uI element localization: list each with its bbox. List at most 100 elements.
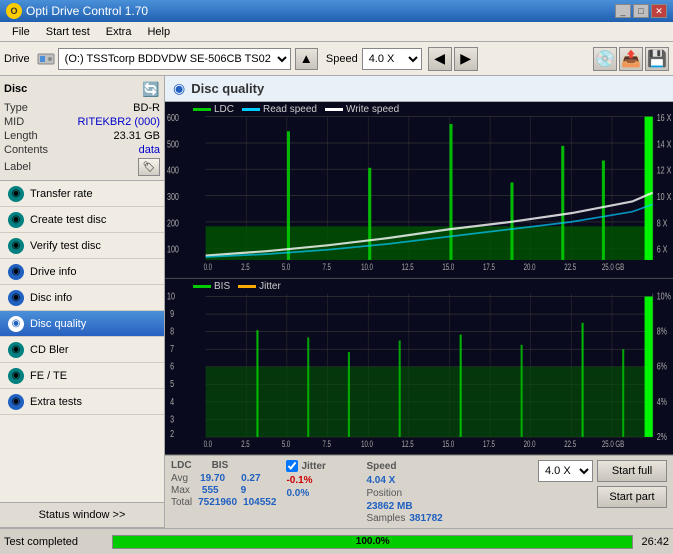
svg-text:6: 6 — [170, 360, 174, 372]
ldc-color — [193, 108, 211, 111]
minimize-button[interactable]: _ — [615, 4, 631, 18]
disc-quality-icon: ◉ — [8, 316, 24, 332]
status-window-button[interactable]: Status window >> — [0, 502, 164, 528]
svg-text:0.0: 0.0 — [204, 262, 212, 272]
svg-text:4%: 4% — [657, 395, 667, 407]
svg-text:8%: 8% — [657, 325, 667, 337]
drive-label: Drive — [4, 53, 30, 65]
svg-text:20.0: 20.0 — [524, 262, 536, 272]
legend-jitter: Jitter — [238, 281, 281, 292]
save-icon[interactable]: 💾 — [645, 47, 669, 71]
speed-col: Speed 4.04 X Position 23862 MB Samples 3… — [366, 460, 446, 524]
ldc-label: LDC — [214, 104, 234, 115]
bottom-chart: BIS Jitter — [165, 279, 673, 456]
sidebar-item-verify-test-disc[interactable]: ◉ Verify test disc — [0, 233, 164, 259]
length-key: Length — [4, 130, 38, 142]
extra-tests-label: Extra tests — [30, 396, 82, 408]
read-speed-label: Read speed — [263, 104, 317, 115]
sidebar-item-disc-info[interactable]: ◉ Disc info — [0, 285, 164, 311]
top-chart-svg: 600 500 400 300 200 100 16 X 14 X 12 X 1… — [165, 102, 673, 278]
svg-text:15.0: 15.0 — [442, 262, 454, 272]
label-key: Label — [4, 161, 31, 173]
avg-jitter: -0.1% — [286, 475, 312, 486]
position-header: Position — [366, 488, 402, 499]
test-speed-select[interactable]: 4.0 X — [538, 460, 593, 482]
drive-icon — [36, 49, 56, 69]
svg-text:3: 3 — [170, 413, 174, 425]
sidebar-item-drive-info[interactable]: ◉ Drive info — [0, 259, 164, 285]
legend-write-speed: Write speed — [325, 104, 399, 115]
speed-select[interactable]: 4.0 X — [362, 48, 422, 70]
avg-bis: 0.27 — [241, 473, 260, 484]
bottom-legend: BIS Jitter — [193, 281, 281, 292]
close-button[interactable]: ✕ — [651, 4, 667, 18]
sidebar-item-disc-quality[interactable]: ◉ Disc quality — [0, 311, 164, 337]
svg-text:17.5: 17.5 — [483, 262, 495, 272]
export-icon[interactable]: 📤 — [619, 47, 643, 71]
label-icon[interactable]: 🏷 — [138, 158, 160, 176]
menu-help[interactable]: Help — [139, 25, 178, 39]
title-bar: O Opti Drive Control 1.70 _ □ ✕ — [0, 0, 673, 22]
right-controls: 4.0 X Start full Start part — [538, 460, 667, 508]
write-speed-label: Write speed — [346, 104, 399, 115]
type-value: BD-R — [133, 102, 160, 114]
start-part-button[interactable]: Start part — [597, 486, 667, 508]
main-content: Disc 🔄 Type BD-R MID RITEKBR2 (000) Leng… — [0, 76, 673, 528]
jitter-col: Jitter -0.1% 0.0% — [286, 460, 356, 500]
svg-text:2%: 2% — [657, 430, 667, 442]
forward-button[interactable]: ▶ — [454, 47, 478, 71]
create-test-disc-icon: ◉ — [8, 212, 24, 228]
top-legend: LDC Read speed Write speed — [193, 104, 399, 115]
menu-file[interactable]: File — [4, 25, 38, 39]
elapsed-time: 26:42 — [641, 536, 669, 548]
transfer-rate-icon: ◉ — [8, 186, 24, 202]
svg-text:5: 5 — [170, 377, 174, 389]
verify-test-disc-icon: ◉ — [8, 238, 24, 254]
drive-info-icon: ◉ — [8, 264, 24, 280]
svg-text:15.0: 15.0 — [442, 439, 454, 449]
status-text: Test completed — [4, 536, 104, 548]
svg-text:9: 9 — [170, 307, 174, 319]
samples: 381782 — [409, 513, 442, 524]
bottom-chart-svg: 10 9 8 7 6 5 4 3 2 10% 8% 6% 4% 2% 0.0 — [165, 279, 673, 455]
drive-select[interactable]: (O:) TSSTcorp BDDVDW SE-506CB TS02 — [58, 48, 291, 70]
top-chart: LDC Read speed Write speed — [165, 102, 673, 279]
svg-text:5.0: 5.0 — [282, 262, 290, 272]
avg-speed: 4.04 X — [366, 475, 395, 486]
svg-text:7: 7 — [170, 342, 174, 354]
svg-text:16 X: 16 X — [657, 112, 672, 124]
total-label: Total — [171, 497, 192, 508]
start-full-button[interactable]: Start full — [597, 460, 667, 482]
max-position: 23862 MB — [366, 501, 412, 512]
sidebar-item-transfer-rate[interactable]: ◉ Transfer rate — [0, 181, 164, 207]
sidebar-item-create-test-disc[interactable]: ◉ Create test disc — [0, 207, 164, 233]
svg-text:10: 10 — [167, 290, 175, 302]
svg-text:8 X: 8 X — [657, 217, 668, 229]
create-test-disc-label: Create test disc — [30, 214, 106, 226]
window-controls: _ □ ✕ — [615, 4, 667, 18]
svg-text:0.0: 0.0 — [204, 439, 212, 449]
menu-start-test[interactable]: Start test — [38, 25, 98, 39]
back-button[interactable]: ◀ — [428, 47, 452, 71]
sidebar-item-cd-bler[interactable]: ◉ CD Bler — [0, 337, 164, 363]
progress-text: 100.0% — [113, 536, 632, 548]
svg-text:2.5: 2.5 — [241, 439, 249, 449]
sidebar-item-extra-tests[interactable]: ◉ Extra tests — [0, 389, 164, 415]
svg-text:6 X: 6 X — [657, 243, 668, 255]
bis-color — [193, 285, 211, 288]
svg-text:10.0: 10.0 — [361, 439, 373, 449]
drive-info-label: Drive info — [30, 266, 76, 278]
sidebar-item-fe-te[interactable]: ◉ FE / TE — [0, 363, 164, 389]
jitter-checkbox[interactable] — [286, 460, 298, 472]
disc-refresh-icon[interactable]: 🔄 — [142, 80, 160, 98]
mid-key: MID — [4, 116, 24, 128]
fe-te-label: FE / TE — [30, 370, 67, 382]
menu-extra[interactable]: Extra — [98, 25, 140, 39]
svg-text:600: 600 — [167, 112, 179, 124]
maximize-button[interactable]: □ — [633, 4, 649, 18]
max-bis: 9 — [241, 485, 247, 496]
disc-icon[interactable]: 💿 — [593, 47, 617, 71]
svg-text:10 X: 10 X — [657, 191, 672, 203]
total-ldc: 7521960 — [198, 497, 237, 508]
eject-button[interactable]: ▲ — [295, 48, 318, 70]
